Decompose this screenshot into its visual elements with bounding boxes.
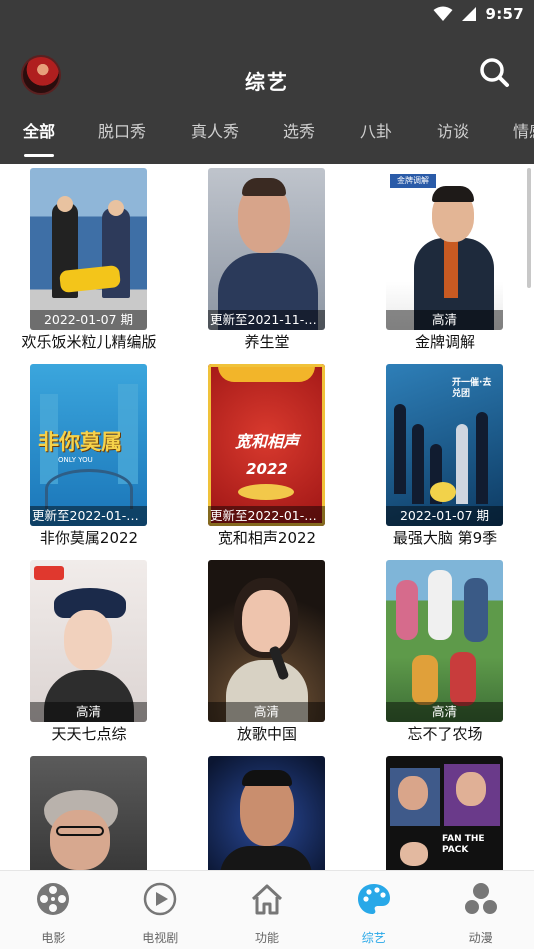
show-title: 非你莫属2022 xyxy=(39,529,139,547)
nav-label: 电影 xyxy=(41,931,66,945)
poster-title-text: 非你莫属 xyxy=(38,430,122,454)
grid-scrollbar[interactable] xyxy=(527,168,531,288)
home-icon xyxy=(251,884,283,915)
poster-subtitle-text: ONLY YOU xyxy=(58,456,93,464)
show-title: 最强大脑 第9季 xyxy=(392,529,498,547)
show-poster[interactable]: 宽和相声 2022 更新至2022-01-0... xyxy=(208,364,325,526)
show-poster[interactable]: 高清 xyxy=(208,560,325,722)
status-time: 9:57 xyxy=(485,5,524,23)
signal-icon xyxy=(462,7,477,21)
nav-label: 功能 xyxy=(254,931,279,945)
show-card[interactable] xyxy=(0,752,178,870)
poster-title-text: FAN THE PACK xyxy=(442,834,485,855)
episode-badge: 更新至2021-11-1... xyxy=(208,310,325,330)
show-grid: 2022-01-07 期 欢乐饭米粒儿精编版 更新至2021-11-1... 养… xyxy=(0,164,534,870)
nav-label: 综艺 xyxy=(361,931,386,945)
show-poster[interactable]: 金牌调解 高清 xyxy=(386,168,503,330)
category-tabs: 全部 脱口秀 真人秀 选秀 八卦 访谈 情感 xyxy=(0,118,534,164)
show-card[interactable]: 2022-01-07 期 欢乐饭米粒儿精编版 xyxy=(0,164,178,359)
show-card[interactable]: 更新至2021-11-1... 养生堂 xyxy=(178,164,356,359)
show-poster[interactable]: FAN THE PACK xyxy=(386,756,503,870)
show-card[interactable] xyxy=(178,752,356,870)
quality-badge: 高清 xyxy=(386,702,503,722)
show-title: 欢乐饭米粒儿精编版 xyxy=(21,333,157,351)
show-title: 忘不了农场 xyxy=(407,725,483,743)
show-title: 宽和相声2022 xyxy=(217,529,317,547)
show-poster[interactable]: 2022-01-07 期 xyxy=(30,168,147,330)
search-icon[interactable] xyxy=(478,57,510,89)
show-card[interactable]: FAN THE PACK xyxy=(356,752,534,870)
poster-title-text: 宽和相声 xyxy=(234,432,299,451)
nav-item-variety[interactable]: 综艺 xyxy=(320,871,427,949)
show-title: 放歌中国 xyxy=(236,725,297,743)
tab-reality-show[interactable]: 真人秀 xyxy=(191,118,239,142)
show-poster[interactable]: 开一催·去兑团 2022-01-07 期 xyxy=(386,364,503,526)
show-poster[interactable]: 高清 xyxy=(30,560,147,722)
show-card[interactable]: 高清 天天七点综 xyxy=(0,556,178,751)
episode-badge: 更新至2022-01-0... xyxy=(208,506,325,526)
page-title: 综艺 xyxy=(245,70,289,94)
quality-badge: 高清 xyxy=(386,310,503,330)
show-title: 金牌调解 xyxy=(414,333,475,351)
show-card[interactable]: 开一催·去兑团 2022-01-07 期 最强大脑 第9季 xyxy=(356,360,534,555)
poster-title-text: 开一催·去兑团 xyxy=(452,378,492,399)
tab-all[interactable]: 全部 xyxy=(23,118,55,142)
show-title: 天天七点综 xyxy=(51,725,127,743)
bubbles-icon xyxy=(464,883,497,914)
status-bar: 9:57 xyxy=(0,0,534,30)
show-card[interactable]: 非你莫属 ONLY YOU 更新至2022-01-0... 非你莫属2022 xyxy=(0,360,178,555)
show-poster[interactable]: 更新至2021-11-1... xyxy=(208,168,325,330)
wifi-icon xyxy=(433,6,453,21)
episode-badge: 2022-01-07 期 xyxy=(386,506,503,526)
show-card[interactable]: 高清 放歌中国 xyxy=(178,556,356,751)
quality-badge: 高清 xyxy=(30,702,147,722)
poster-year-text: 2022 xyxy=(246,460,288,478)
app-header: 9:57 综艺 全部 脱口秀 真人秀 选秀 八卦 访谈 情感 xyxy=(0,0,534,164)
play-circle-icon xyxy=(143,882,177,916)
show-card[interactable]: 宽和相声 2022 更新至2022-01-0... 宽和相声2022 xyxy=(178,360,356,555)
episode-badge: 2022-01-07 期 xyxy=(30,310,147,330)
nav-label: 电视剧 xyxy=(142,931,179,945)
episode-badge: 更新至2022-01-0... xyxy=(30,506,147,526)
show-card[interactable]: 金牌调解 高清 金牌调解 xyxy=(356,164,534,359)
show-card[interactable]: 高清 忘不了农场 xyxy=(356,556,534,751)
show-poster[interactable]: 非你莫属 ONLY YOU 更新至2022-01-0... xyxy=(30,364,147,526)
film-reel-icon xyxy=(37,883,70,915)
bottom-navigation: 电影 电视剧 功能 综艺 动漫 xyxy=(0,870,534,949)
show-poster[interactable] xyxy=(30,756,147,870)
tab-talent-show[interactable]: 选秀 xyxy=(283,118,315,142)
quality-badge: 高清 xyxy=(208,702,325,722)
nav-label: 动漫 xyxy=(468,931,493,945)
nav-item-anime[interactable]: 动漫 xyxy=(427,871,534,949)
nav-item-movies[interactable]: 电影 xyxy=(0,871,107,949)
nav-item-tv-series[interactable]: 电视剧 xyxy=(107,871,214,949)
nav-item-functions[interactable]: 功能 xyxy=(214,871,321,949)
show-poster[interactable]: 高清 xyxy=(386,560,503,722)
tab-talk-show[interactable]: 脱口秀 xyxy=(98,118,146,142)
tab-gossip[interactable]: 八卦 xyxy=(360,118,392,142)
tab-interview[interactable]: 访谈 xyxy=(437,118,469,142)
tab-emotion[interactable]: 情感 xyxy=(513,118,534,142)
palette-icon xyxy=(357,884,390,914)
show-poster[interactable] xyxy=(208,756,325,870)
show-logo: 金牌调解 xyxy=(390,174,436,188)
show-title: 养生堂 xyxy=(244,333,290,351)
active-tab-indicator xyxy=(24,154,54,157)
